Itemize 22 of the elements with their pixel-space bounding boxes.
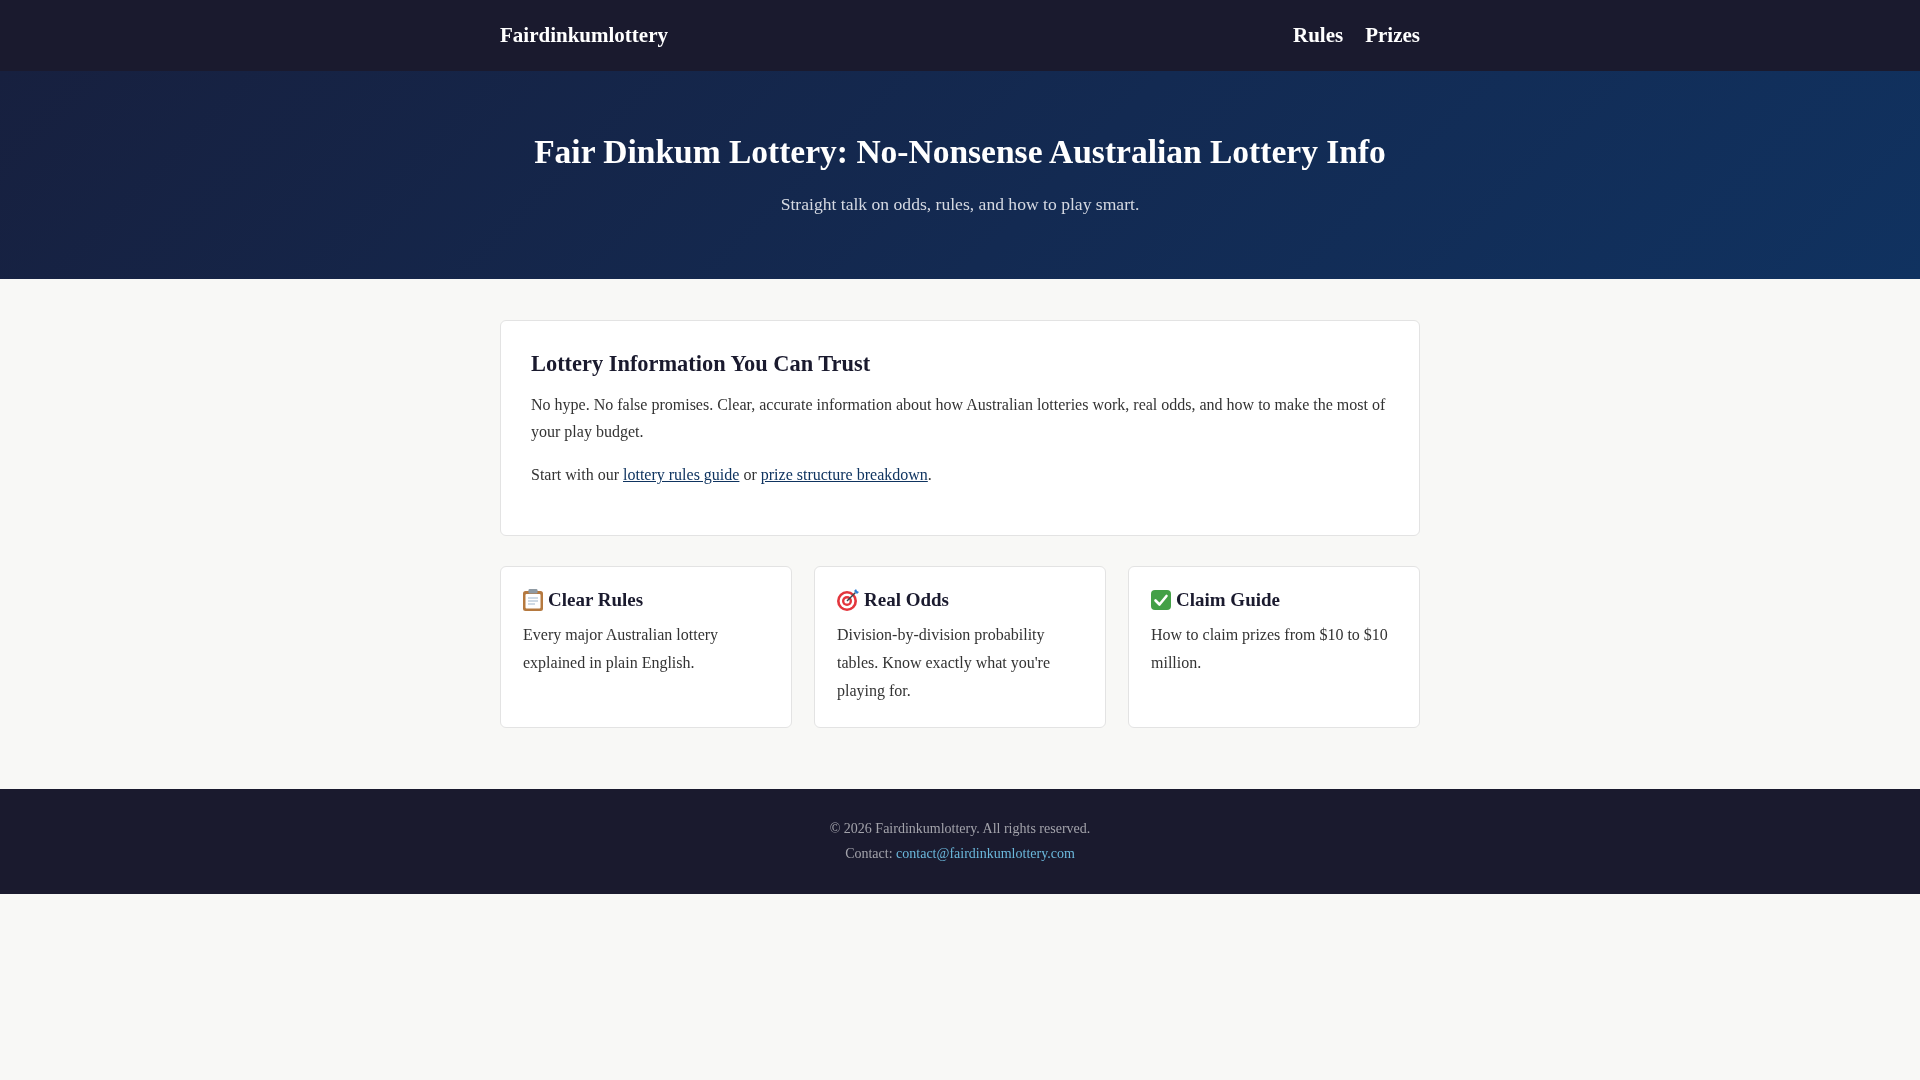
hero-subtitle: Straight talk on odds, rules, and how to play smart. <box>779 193 1141 217</box>
contact-line: Contact: contact@fairdinkumlottery.com <box>844 844 1076 863</box>
feature-description: Every major Australian lottery explained in plain English. <box>523 625 720 674</box>
intro-heading: Lottery Information You Can Trust <box>531 351 872 379</box>
nav-link[interactable]: Prizes <box>1365 22 1420 49</box>
feature-title: Clear Rules <box>548 588 644 612</box>
text-link[interactable]: lottery rules guide <box>623 466 740 484</box>
copyright-text: © 2026 Fairdinkumlottery. All rights reserved. <box>828 820 1092 839</box>
hero-title: Fair Dinkum Lottery: No-Nonsense Australian Lottery Info <box>533 132 1387 172</box>
intro-paragraph: No hype. No false promises. Clear, accurate information about how Australian lotteries work, real odds, and how to make the most of your play budget. <box>531 395 1387 443</box>
target-icon <box>837 589 859 611</box>
clipboard-icon <box>523 589 543 611</box>
intro-paragraph: Start with our lottery rules guide or prize structure breakdown. <box>531 465 933 486</box>
feature-title: Claim Guide <box>1176 588 1280 612</box>
site-logo[interactable]: Fairdinkumlottery <box>500 22 668 49</box>
email-link[interactable]: contact@fairdinkumlottery.com <box>896 845 1075 861</box>
nav-link[interactable]: Rules <box>1293 22 1344 49</box>
feature-title: Real Odds <box>864 588 949 612</box>
check-icon <box>1151 590 1171 610</box>
feature-description: Division-by-division probability tables. Know exactly what you're playing for. <box>837 625 1052 702</box>
feature-description: How to claim prizes from $10 to $10 million. <box>1151 625 1389 674</box>
text-link[interactable]: prize structure breakdown <box>760 466 928 484</box>
